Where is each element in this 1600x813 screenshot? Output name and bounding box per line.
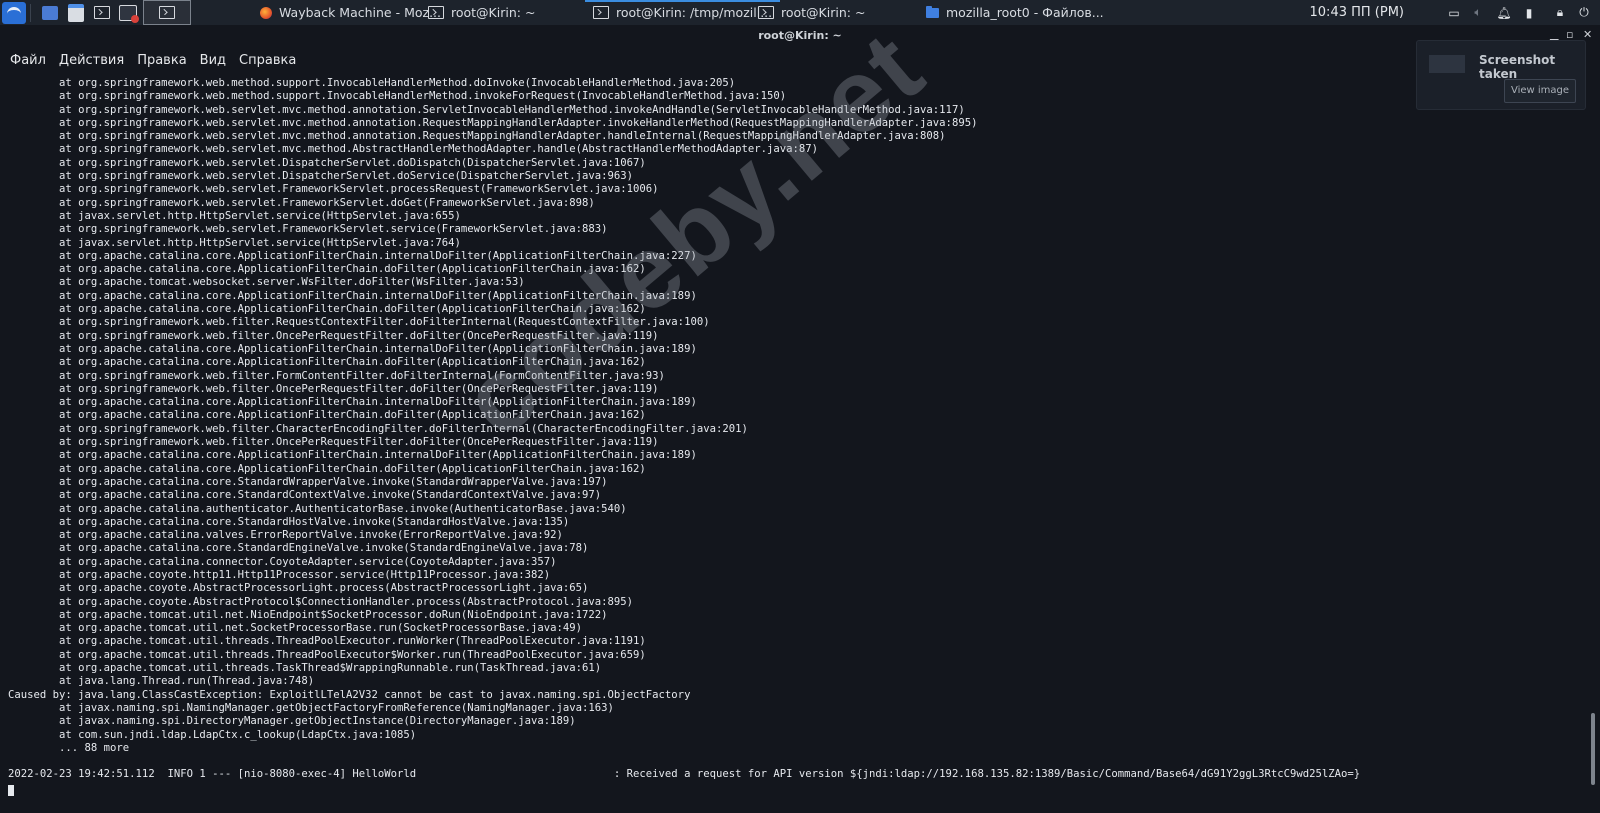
clock[interactable]: 10:43 ПП (PM) (1310, 0, 1404, 25)
close-icon[interactable]: ✕ (1583, 28, 1592, 41)
window-title: root@Kirin: ~ (0, 26, 1600, 46)
terminal-line: at com.sun.jndi.ldap.LdapCtx.c_lookup(Ld… (8, 728, 417, 741)
task-firefox[interactable]: Wayback Machine - Moz... (260, 0, 441, 25)
bell-icon[interactable]: 🔔︎ (1496, 4, 1512, 21)
terminal-line: at org.apache.coyote.http11.Http11Proces… (8, 568, 551, 581)
terminal-line: at org.apache.tomcat.util.threads.Thread… (8, 648, 646, 661)
desktop-launcher[interactable] (39, 2, 61, 24)
terminal-line: at org.springframework.web.filter.Reques… (8, 316, 710, 329)
terminal-line: at org.apache.catalina.core.ApplicationF… (8, 356, 646, 369)
kali-menu-icon[interactable] (2, 1, 26, 24)
terminal-line: at org.apache.catalina.core.ApplicationF… (8, 289, 697, 302)
screenshot-thumbnail (1429, 55, 1465, 73)
root-terminal-launcher[interactable] (117, 2, 139, 24)
active-terminal-button[interactable] (143, 0, 191, 25)
terminal-icon (593, 6, 609, 19)
task-label: root@Kirin: ~ (781, 5, 866, 20)
volume-icon[interactable]: 🔈︎ (1470, 4, 1486, 21)
terminal-icon (428, 6, 444, 19)
lock-icon[interactable]: 🔒︎ (1552, 4, 1568, 21)
terminal-line: at org.apache.catalina.core.StandardCont… (8, 489, 602, 502)
terminal-scrollbar[interactable] (1591, 713, 1595, 785)
terminal-line: at org.apache.catalina.core.ApplicationF… (8, 409, 646, 422)
menu-file[interactable]: Файл (10, 53, 46, 68)
menubar: Файл Действия Правка Вид Справка (0, 48, 299, 72)
task-terminal-home-2[interactable]: root@Kirin: ~ (758, 0, 865, 25)
menu-help[interactable]: Справка (239, 53, 296, 68)
folder-icon (926, 5, 939, 18)
terminal-line: at org.apache.catalina.connector.CoyoteA… (8, 555, 557, 568)
desktop-icon (42, 5, 58, 20)
terminal-line: at org.apache.catalina.core.ApplicationF… (8, 303, 646, 316)
power-icon[interactable]: ⏻ (1576, 4, 1592, 21)
terminal-line: at org.apache.tomcat.util.net.SocketProc… (8, 622, 583, 635)
terminal-line: at org.apache.catalina.core.StandardEngi… (8, 542, 589, 555)
task-label: root@Kirin: /tmp/mozill... (616, 5, 773, 20)
terminal-line: at javax.naming.spi.NamingManager.getObj… (8, 701, 614, 714)
terminal-line: at org.apache.catalina.valves.ErrorRepor… (8, 529, 563, 542)
terminal-line: at javax.servlet.http.HttpServlet.servic… (8, 236, 461, 249)
display-icon[interactable]: ▭ (1446, 4, 1462, 21)
task-terminal-tmp[interactable]: root@Kirin: /tmp/mozill... (584, 0, 781, 25)
terminal-line: at org.apache.catalina.core.ApplicationF… (8, 449, 697, 462)
terminal-line: at org.springframework.web.filter.OncePe… (8, 329, 659, 342)
view-image-button[interactable]: View image (1504, 79, 1576, 103)
terminal-line: at org.apache.catalina.core.ApplicationF… (8, 396, 697, 409)
terminal-line: 2022-02-23 19:42:51.112 INFO 1 --- [nio-… (8, 768, 1361, 781)
file-manager-icon (68, 3, 84, 22)
task-label: root@Kirin: ~ (451, 5, 536, 20)
terminal-line: at org.springframework.web.filter.Charac… (8, 422, 748, 435)
task-label: mozilla_root0 - Файлов... (946, 5, 1104, 20)
terminal-line: at org.apache.catalina.core.ApplicationF… (8, 342, 697, 355)
menu-edit[interactable]: Правка (137, 53, 186, 68)
task-label: Wayback Machine - Moz... (279, 5, 441, 20)
terminal-line: Caused by: java.lang.ClassCastException:… (8, 688, 691, 701)
terminal-icon (758, 6, 774, 19)
terminal-icon (159, 6, 175, 19)
files-launcher[interactable] (65, 2, 87, 24)
terminal-line: ... 88 more (8, 741, 130, 754)
task-terminal-home[interactable]: root@Kirin: ~ (428, 0, 535, 25)
terminal-line: at org.apache.catalina.core.ApplicationF… (8, 263, 646, 276)
terminal-icon (94, 6, 110, 19)
task-file-manager[interactable]: mozilla_root0 - Файлов... (926, 0, 1104, 25)
terminal-line: at org.springframework.web.filter.FormCo… (8, 369, 665, 382)
terminal-line: at javax.naming.spi.DirectoryManager.get… (8, 715, 576, 728)
terminal-line: at org.apache.catalina.authenticator.Aut… (8, 502, 627, 515)
menu-actions[interactable]: Действия (59, 53, 124, 68)
terminal-line: at org.apache.tomcat.websocket.server.Ws… (8, 276, 525, 289)
terminal-launcher[interactable] (91, 2, 113, 24)
terminal-cursor (8, 785, 14, 796)
terminal-line: at org.apache.tomcat.util.net.NioEndpoin… (8, 608, 608, 621)
root-terminal-icon (119, 4, 139, 23)
terminal-line: at org.apache.catalina.core.ApplicationF… (8, 462, 646, 475)
terminal-line: at org.apache.tomcat.util.threads.Thread… (8, 635, 646, 648)
terminal-line: at org.apache.catalina.core.StandardHost… (8, 515, 570, 528)
screenshot-notification: Screenshot taken View image (1416, 40, 1586, 110)
taskbar-separator (30, 3, 31, 22)
terminal-line: at org.apache.catalina.core.ApplicationF… (8, 249, 697, 262)
menu-view[interactable]: Вид (200, 53, 226, 68)
terminal-line: at java.lang.Thread.run(Thread.java:748) (8, 675, 315, 688)
firefox-icon (260, 6, 272, 19)
terminal-line: at org.springframework.web.filter.OncePe… (8, 436, 659, 449)
terminal-line: at org.apache.catalina.core.StandardWrap… (8, 475, 608, 488)
battery-icon[interactable]: ▮ (1521, 4, 1537, 21)
terminal-line: at org.apache.tomcat.util.threads.TaskTh… (8, 662, 602, 675)
notification-title: Screenshot taken (1479, 53, 1556, 81)
terminal-line: at org.apache.coyote.AbstractProtocol$Co… (8, 595, 634, 608)
terminal-line: at org.apache.coyote.AbstractProcessorLi… (8, 582, 589, 595)
terminal-line: at org.springframework.web.filter.OncePe… (8, 382, 659, 395)
